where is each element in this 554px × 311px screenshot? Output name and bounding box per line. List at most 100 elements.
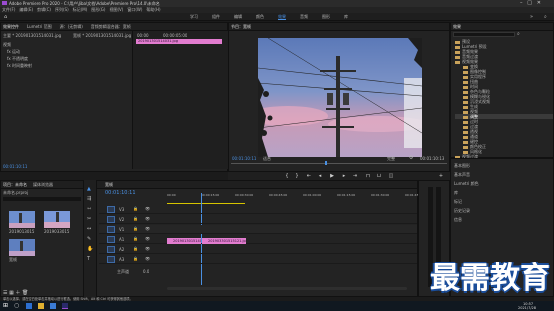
browser-taskbar-icon[interactable] (26, 303, 32, 309)
windows-start-icon[interactable]: ⊞ (3, 302, 8, 309)
track-label-V3[interactable]: V3 (119, 206, 124, 213)
slip-icon[interactable]: ↔ (87, 226, 91, 232)
close-icon[interactable]: ✕ (537, 0, 541, 6)
project-search-input[interactable] (3, 197, 81, 201)
menu-item-2[interactable]: 剪辑(C) (37, 7, 51, 12)
right-panel-item-5[interactable]: 历史记录 (454, 206, 552, 215)
project-tab-0[interactable]: 项目：未命名 (3, 182, 27, 187)
work-area-bar[interactable] (167, 203, 245, 204)
extract-icon[interactable]: ⊔ (376, 173, 382, 179)
program-playhead[interactable] (325, 161, 327, 165)
right-panel-item-0[interactable]: 基本图形 (454, 161, 552, 170)
track-select-icon[interactable]: ⇶ (87, 196, 91, 202)
wrench-icon[interactable]: ⚙ (409, 155, 413, 161)
effect-row-2[interactable]: fx 不透明度 (3, 55, 131, 62)
premiere-taskbar-icon[interactable] (62, 303, 68, 309)
track-target-V3[interactable] (107, 206, 115, 213)
hand-icon[interactable]: ✋ (87, 246, 93, 252)
step-back-icon[interactable]: ◂ (317, 173, 323, 179)
master-track-value[interactable]: 0.0 (143, 269, 149, 274)
eye-icon[interactable]: 👁 (145, 236, 150, 241)
mark-out-icon[interactable]: } (294, 173, 300, 179)
timeline-clip-1[interactable]: 201903301515121.jpg (202, 238, 246, 244)
source-tab-2[interactable]: 源：(无剪辑) (60, 24, 83, 29)
effect-row-3[interactable]: fx 时间重映射 (3, 62, 131, 69)
mark-in-icon[interactable]: { (284, 173, 290, 179)
menu-item-0[interactable]: 文件(F) (2, 7, 15, 12)
workspace-tab-0[interactable]: 学习 (190, 14, 198, 19)
explorer-taskbar-icon[interactable] (38, 303, 44, 309)
quality-dropdown[interactable]: 完整 (387, 156, 395, 162)
right-panel-item-3[interactable]: 库 (454, 188, 552, 197)
menu-item-5[interactable]: 图形(G) (91, 7, 105, 12)
workspace-tab-7[interactable]: 库 (344, 14, 348, 19)
project-item-1[interactable]: 201903301515121.jpg (44, 211, 70, 234)
goto-in-icon[interactable]: ⇤ (306, 173, 312, 179)
lock-icon[interactable]: 🔒 (133, 246, 138, 251)
track-target-A2[interactable] (107, 246, 115, 253)
workspace-tab-1[interactable]: 组件 (212, 14, 220, 19)
ripple-edit-icon[interactable]: ⇿ (87, 206, 91, 212)
lock-icon[interactable]: 🔒 (133, 226, 138, 231)
effect-row-0[interactable]: 视频 (3, 41, 131, 48)
track-target-A3[interactable] (107, 256, 115, 263)
search-icon[interactable]: ⌕ (544, 14, 547, 20)
search-icon-effects[interactable]: ⌕ (517, 31, 520, 37)
menu-item-3[interactable]: 序列(S) (55, 7, 69, 12)
track-target-V1[interactable] (107, 226, 115, 233)
lift-icon[interactable]: ⊓ (365, 173, 371, 179)
workspace-tab-6[interactable]: 图形 (322, 14, 330, 19)
source-tab-0[interactable]: 效果控件 (3, 24, 19, 29)
goto-out-icon[interactable]: ⇥ (352, 173, 358, 179)
eye-icon[interactable]: 👁 (145, 256, 150, 261)
lock-icon[interactable]: 🔒 (133, 236, 138, 241)
eye-icon[interactable]: 👁 (145, 216, 150, 221)
timeline-scrollbar[interactable] (167, 287, 407, 290)
effect-clip-bar[interactable]: 201901301514031.jpg (136, 39, 222, 44)
new-item-icon[interactable]: ＋ (15, 290, 20, 296)
lock-icon[interactable]: 🔒 (133, 216, 138, 221)
home-icon[interactable]: ⌂ (4, 14, 7, 20)
trash-icon[interactable]: 🗑 (22, 290, 28, 296)
selection-tool-icon[interactable]: ▲ (87, 186, 91, 192)
track-target-V2[interactable] (107, 216, 115, 223)
workspace-menu-icon[interactable]: » (530, 14, 533, 20)
eye-icon[interactable]: 👁 (145, 206, 150, 211)
program-timecode[interactable]: 00:01:10:11 (232, 156, 256, 161)
effect-row-1[interactable]: fx 运动 (3, 48, 131, 55)
source-tab-3[interactable]: 音频剪辑混合器：宽帧 (91, 24, 131, 29)
minimize-icon[interactable]: – (520, 0, 523, 6)
menu-item-6[interactable]: 视图(V) (109, 7, 123, 12)
project-item-2[interactable]: 宽帧 (9, 239, 35, 263)
type-tool-icon[interactable]: T (87, 256, 90, 262)
timeline-ruler[interactable]: 00:00 00:00:15:00 00:00:30:00 00:00:45:00 00… (167, 193, 423, 201)
workspace-tab-3[interactable]: 颜色 (256, 14, 264, 19)
lock-icon[interactable]: 🔒 (133, 206, 138, 211)
pen-icon[interactable]: ✎ (87, 236, 91, 242)
menu-item-1[interactable]: 编辑(E) (19, 7, 33, 12)
export-frame-icon[interactable]: ◫ (388, 173, 394, 179)
program-scrubber[interactable] (231, 163, 447, 164)
project-item-0[interactable]: 201901301514031.jpg (9, 211, 35, 234)
eye-icon[interactable]: 👁 (145, 246, 150, 251)
workspace-tab-5[interactable]: 音频 (300, 14, 308, 19)
icon-view-icon[interactable]: ▦ (9, 290, 14, 296)
search-taskbar-icon[interactable]: ○ (14, 302, 19, 309)
track-label-A3[interactable]: A3 (119, 256, 124, 263)
source-tab-1[interactable]: Lumetri 范围 (27, 24, 52, 29)
add-button-icon[interactable]: + (438, 173, 444, 179)
timeline-timecode[interactable]: 00:01:10:11 (105, 190, 136, 196)
menu-item-7[interactable]: 窗口(W) (127, 7, 142, 12)
eye-icon[interactable]: 👁 (145, 226, 150, 231)
right-panel-item-6[interactable]: 信息 (454, 215, 552, 224)
project-tab-1[interactable]: 媒体浏览器 (33, 182, 53, 187)
play-icon[interactable]: ▶ (329, 173, 335, 179)
right-panel-item-4[interactable]: 标记 (454, 197, 552, 206)
lock-icon[interactable]: 🔒 (133, 256, 138, 261)
timeline-clip-0[interactable]: 201901301514031.jpg (167, 238, 201, 244)
menu-item-4[interactable]: 标记(M) (73, 7, 88, 12)
workspace-tab-4[interactable]: 效果 (278, 14, 286, 20)
razor-icon[interactable]: ✂ (87, 216, 91, 222)
track-label-A2[interactable]: A2 (119, 246, 124, 253)
maximize-icon[interactable]: □ (527, 0, 532, 6)
